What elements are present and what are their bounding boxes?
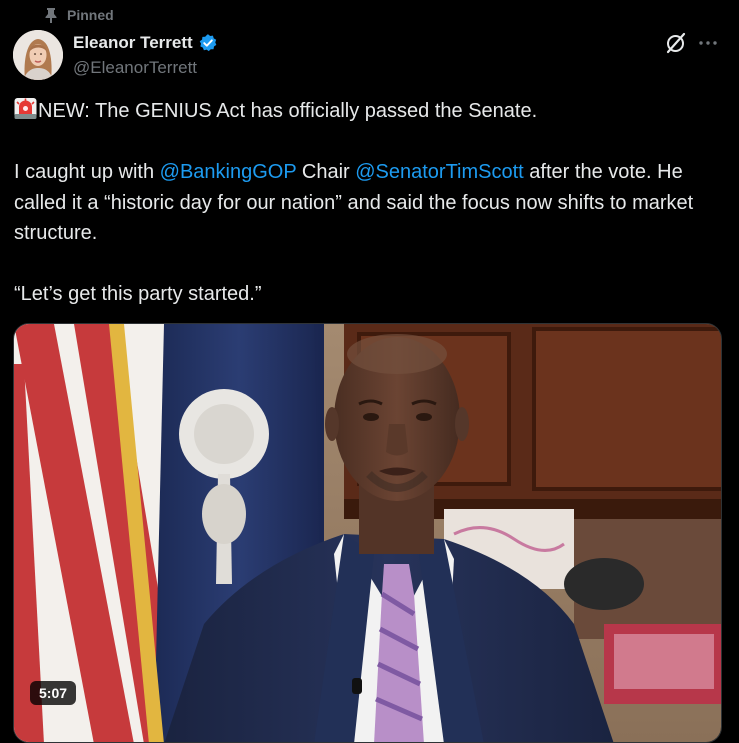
author-handle[interactable]: @EleanorTerrett [73, 58, 197, 78]
author-name[interactable]: Eleanor Terrett [73, 33, 193, 53]
grok-icon[interactable] [664, 31, 688, 55]
video-duration-badge: 5:07 [30, 681, 77, 705]
pinned-indicator: Pinned [44, 5, 114, 25]
mention-senatortimscott[interactable]: @SenatorTimScott [355, 161, 524, 183]
mention-bankinggop[interactable]: @BankingGOP [160, 161, 297, 183]
pinned-label: Pinned [67, 7, 114, 23]
pin-icon [44, 7, 58, 23]
avatar[interactable] [13, 30, 63, 80]
verified-badge-icon [198, 33, 218, 53]
tweet-quote: “Let’s get this party started.” [14, 283, 262, 305]
tweet-paragraph-2: I caught up with @BankingGOP Chair @Sena… [14, 157, 726, 249]
tweet-text-fragment: Chair [296, 161, 356, 183]
tweet-headline: NEW: The GENIUS Act has officially passe… [38, 100, 538, 122]
more-icon[interactable] [696, 31, 720, 55]
siren-icon [14, 97, 37, 120]
video-thumbnail [14, 324, 721, 742]
video-player[interactable] [13, 323, 722, 743]
tweet-line-1: NEW: The GENIUS Act has officially passe… [14, 96, 726, 127]
tweet-text: NEW: The GENIUS Act has officially passe… [14, 96, 726, 310]
tweet-text-fragment: I caught up with [14, 161, 160, 183]
author-name-row: Eleanor Terrett [73, 33, 218, 53]
